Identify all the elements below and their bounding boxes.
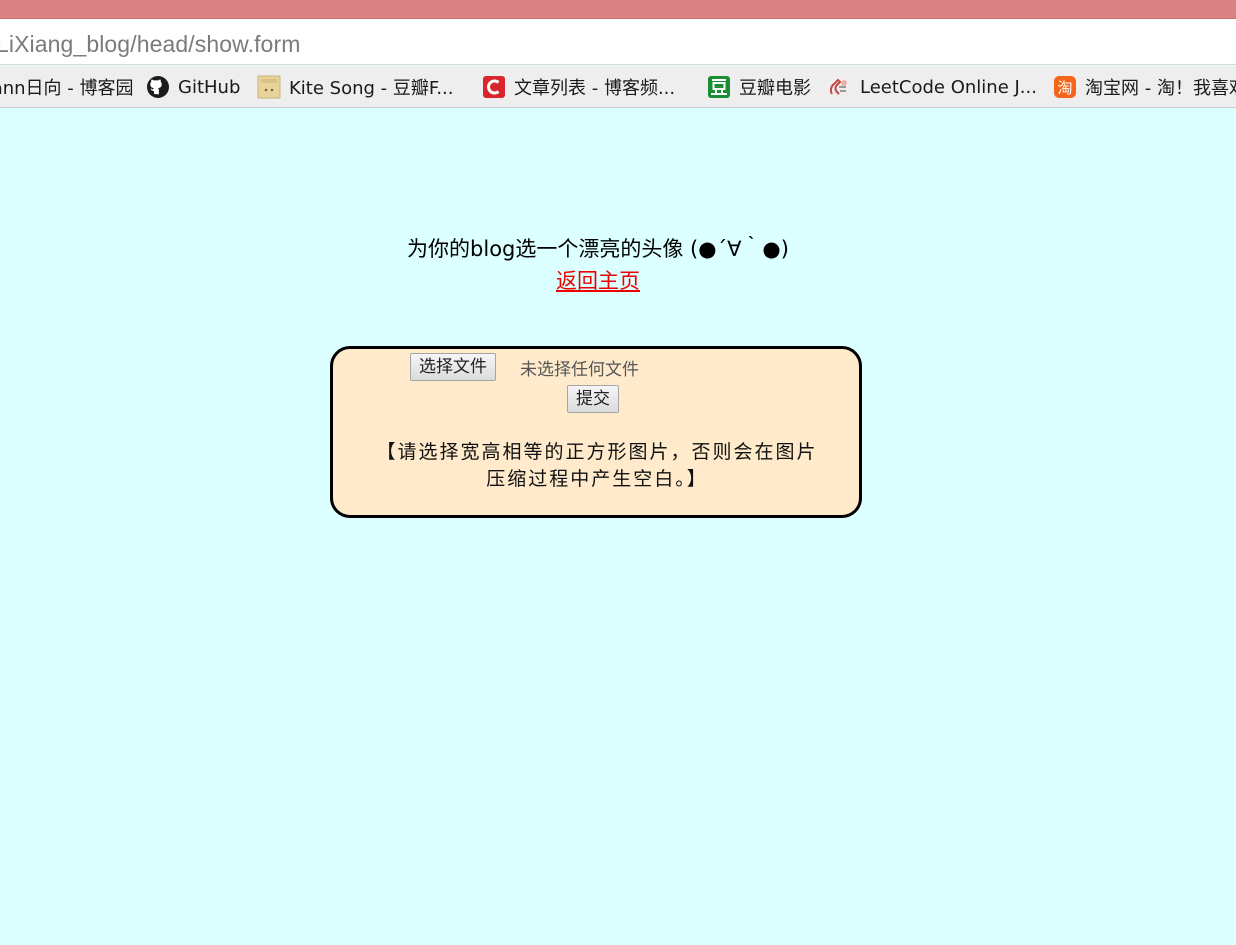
bookmark-label: GitHub <box>178 76 241 98</box>
upload-notice: 【请选择宽高相等的正方形图片，否则会在图片 压缩过程中产生空白。】 <box>347 439 847 493</box>
url-text[interactable]: LiXiang_blog/head/show.form <box>0 31 300 58</box>
douban-avatar-icon <box>257 75 281 99</box>
bookmark-leetcode[interactable]: LeetCode Online J... <box>828 74 1037 100</box>
window-titlebar <box>0 0 1236 19</box>
douban-icon <box>707 75 731 99</box>
choose-file-button[interactable]: 选择文件 <box>410 353 496 381</box>
leetcode-icon <box>828 75 852 99</box>
svg-text:淘: 淘 <box>1057 79 1072 97</box>
upload-notice-line-2: 压缩过程中产生空白。】 <box>486 468 708 490</box>
bookmark-label: Kite Song - 豆瓣F... <box>289 78 454 99</box>
upload-notice-line-1: 【请选择宽高相等的正方形图片，否则会在图片 <box>376 441 818 463</box>
bookmark-label: 豆瓣电影 <box>739 78 811 99</box>
bookmarks-bar: Fann日向 - 博客园 GitHub Kite Song - 豆瓣F... <box>0 66 1236 108</box>
bookmark-cnblogs[interactable]: Fann日向 - 博客园 <box>0 74 134 100</box>
bookmark-douban-movie[interactable]: 豆瓣电影 <box>707 74 811 100</box>
back-home-link-wrapper: 返回主页 <box>0 265 1196 295</box>
bookmark-label: Fann日向 - 博客园 <box>0 78 134 99</box>
taobao-icon: 淘 <box>1053 75 1077 99</box>
bookmark-taobao[interactable]: 淘 淘宝网 - 淘！我喜欢 <box>1053 74 1236 100</box>
bookmark-douban-kite[interactable]: Kite Song - 豆瓣F... <box>257 74 454 100</box>
no-file-selected-text: 未选择任何文件 <box>520 360 639 380</box>
page-content: 为你的blog选一个漂亮的头像 (●´∀｀●) 返回主页 选择文件 未选择任何文… <box>0 109 1236 945</box>
bookmark-github[interactable]: GitHub <box>146 74 240 100</box>
csdn-icon <box>482 75 506 99</box>
github-icon <box>146 75 170 99</box>
submit-button[interactable]: 提交 <box>567 385 619 413</box>
bookmark-csdn[interactable]: 文章列表 - 博客频... <box>482 74 675 100</box>
bookmark-label: 淘宝网 - 淘！我喜欢 <box>1085 78 1236 99</box>
upload-form: 选择文件 未选择任何文件 提交 【请选择宽高相等的正方形图片，否则会在图片 压缩… <box>330 346 862 518</box>
bookmark-label: 文章列表 - 博客频... <box>514 78 676 99</box>
address-bar[interactable]: LiXiang_blog/head/show.form <box>0 19 1236 65</box>
back-home-link[interactable]: 返回主页 <box>556 269 640 293</box>
page-title: 为你的blog选一个漂亮的头像 (●´∀｀●) <box>407 237 789 261</box>
bookmark-label: LeetCode Online J... <box>860 76 1037 98</box>
